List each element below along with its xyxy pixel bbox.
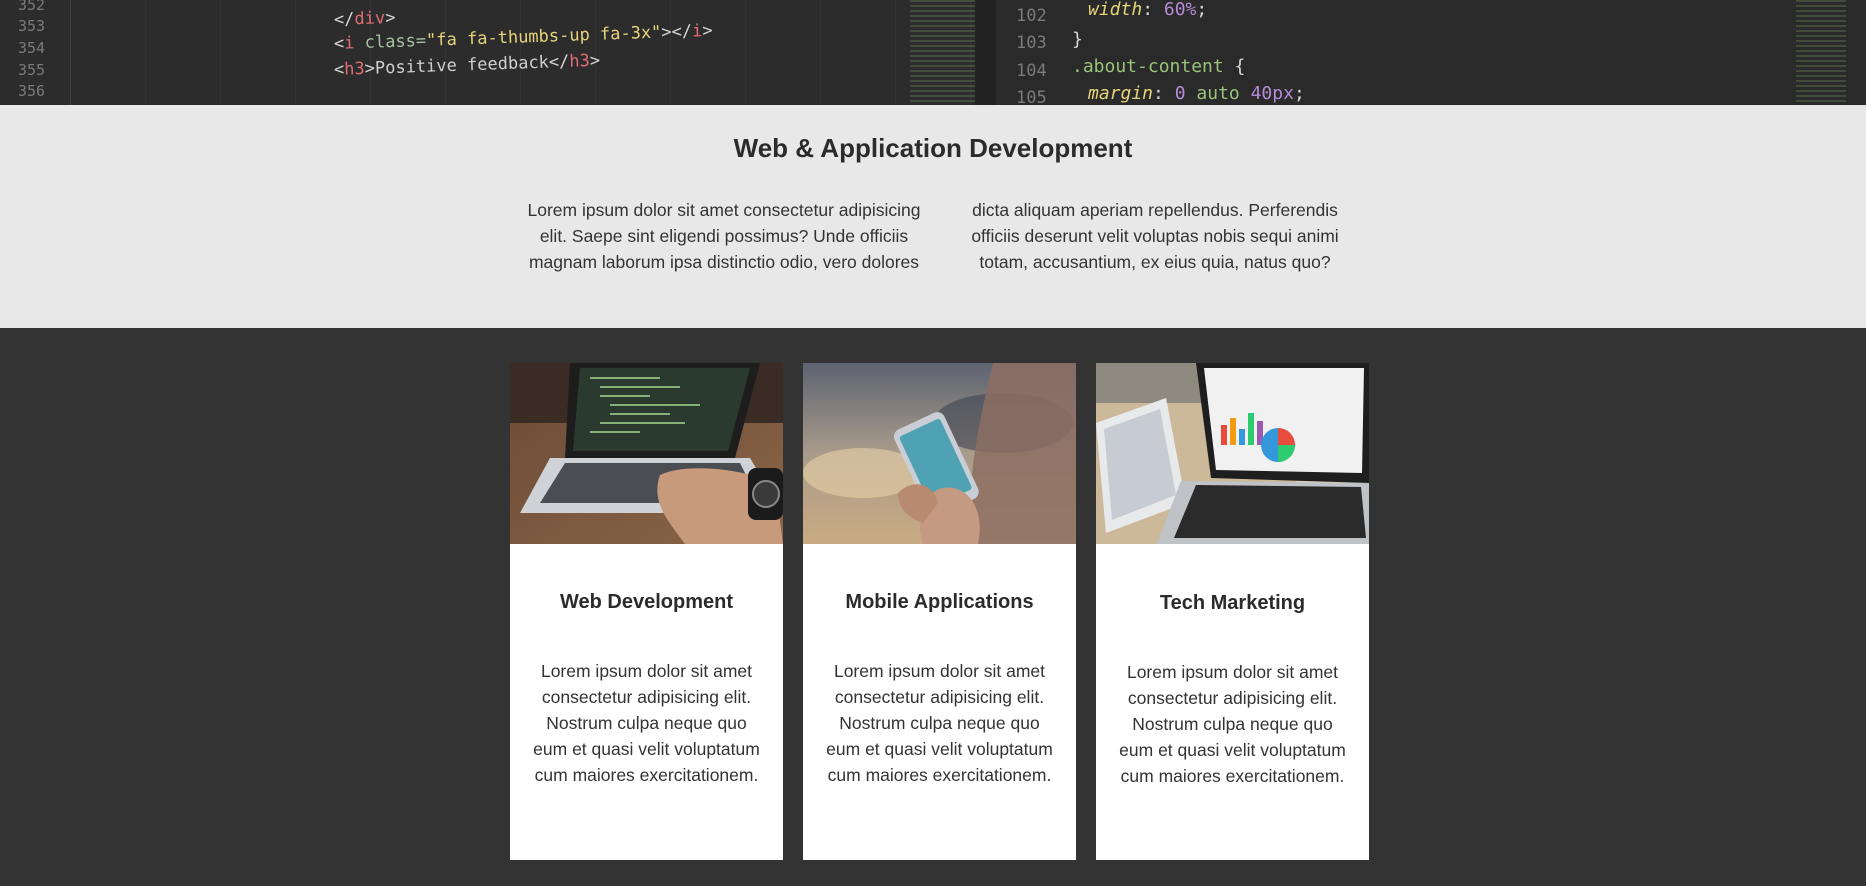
code-editor-pane-right: 102 103 104 105 width: 60%; } .about-con… (996, 0, 1866, 105)
code-line: .about-content { (1072, 56, 1246, 77)
intro-section: Web & Application Development Lorem ipsu… (0, 105, 1866, 328)
code-line: </div> (333, 7, 396, 30)
line-number: 353 (18, 17, 46, 35)
service-card-mobile-applications: Mobile Applications Lorem ipsum dolor si… (803, 363, 1076, 860)
line-number: 103 (1016, 33, 1047, 53)
card-title: Tech Marketing (1159, 592, 1306, 614)
intro-text-column-1: Lorem ipsum dolor sit amet consectetur a… (527, 200, 921, 272)
line-number: 352 (18, 0, 46, 14)
card-description: Lorem ipsum dolor sit amet consectetur a… (533, 661, 760, 785)
section-title: Web & Application Development (733, 133, 1133, 163)
card-title: Mobile Applications (845, 591, 1034, 613)
code-line: margin: 0 auto 40px; (1088, 83, 1305, 104)
card-title: Web Development (560, 591, 733, 613)
card-description: Lorem ipsum dolor sit amet consectetur a… (1119, 662, 1346, 786)
code-minimap (910, 0, 975, 105)
line-number: 104 (1016, 61, 1047, 81)
laptop-charts-photo (1096, 363, 1369, 544)
services-section: Web Development Lorem ipsum dolor sit am… (0, 328, 1866, 886)
line-number: 102 (1016, 6, 1047, 26)
code-minimap (1796, 0, 1846, 105)
code-background-banner: 352 353 354 355 356 </div> <i class="fa … (0, 0, 1866, 105)
editor-split-divider (975, 0, 996, 105)
line-number: 354 (18, 39, 46, 57)
service-card-tech-marketing: Tech Marketing Lorem ipsum dolor sit ame… (1096, 363, 1369, 860)
service-card-web-development: Web Development Lorem ipsum dolor sit am… (510, 363, 783, 860)
code-line: } (1072, 29, 1083, 50)
intro-text-column-2: dicta aliquam aperiam repellendus. Perfe… (971, 200, 1339, 272)
code-line: width: 60%; (1088, 0, 1208, 20)
line-number: 105 (1016, 88, 1047, 105)
code-editor-pane-left: 352 353 354 355 356 </div> <i class="fa … (0, 0, 975, 105)
card-description: Lorem ipsum dolor sit amet consectetur a… (826, 661, 1053, 785)
line-number: 355 (18, 61, 46, 79)
smartphone-hands-photo (803, 363, 1076, 544)
laptop-coding-photo (510, 363, 783, 544)
line-number: 356 (18, 82, 46, 100)
